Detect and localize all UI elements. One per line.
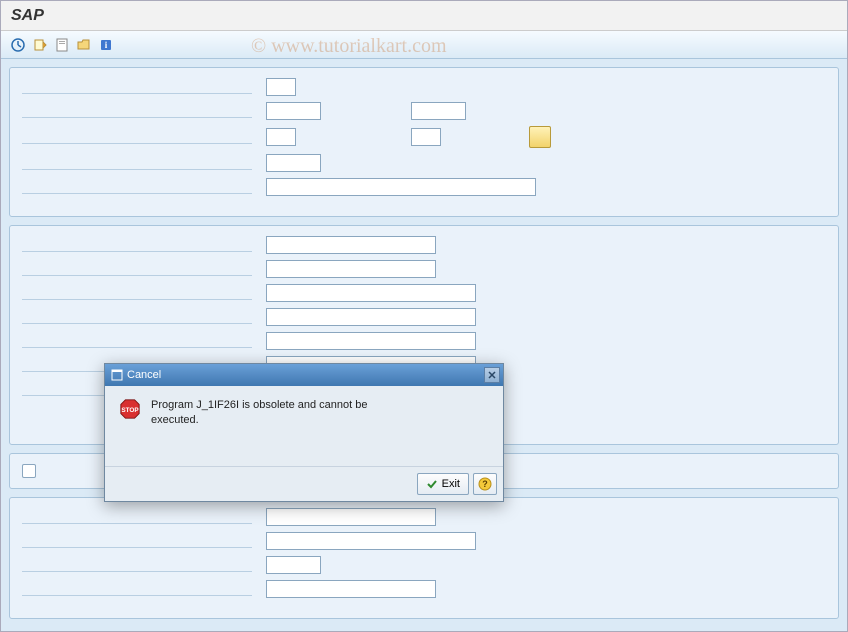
dialog-message: Program J_1IF26I is obsolete and cannot …: [151, 396, 411, 458]
input-field[interactable]: [266, 78, 296, 96]
svg-text:STOP: STOP: [121, 407, 139, 414]
cancel-dialog: Cancel STOP Program J_1IF26I is obsolete…: [104, 363, 504, 502]
multiple-selection-button[interactable]: [529, 126, 551, 148]
info-button[interactable]: i: [97, 36, 115, 54]
field-label: [22, 156, 252, 170]
input-field[interactable]: [266, 154, 321, 172]
dialog-title-bar: Cancel: [105, 364, 503, 386]
input-field[interactable]: [411, 128, 441, 146]
input-field[interactable]: [266, 284, 476, 302]
field-label: [22, 262, 252, 276]
svg-text:?: ?: [482, 479, 488, 489]
check-icon: [426, 478, 438, 490]
field-label: [22, 558, 252, 572]
get-variant-button[interactable]: [31, 36, 49, 54]
new-button[interactable]: [53, 36, 71, 54]
field-label: [22, 104, 252, 118]
exit-button-label: Exit: [442, 478, 460, 490]
field-label: [22, 310, 252, 324]
open-button[interactable]: [75, 36, 93, 54]
field-label: [22, 582, 252, 596]
panel-3: [9, 497, 839, 619]
field-label: [22, 130, 252, 144]
field-label: [22, 534, 252, 548]
input-field[interactable]: [266, 260, 436, 278]
input-field[interactable]: [266, 556, 321, 574]
input-field[interactable]: [266, 532, 476, 550]
input-field[interactable]: [411, 102, 466, 120]
window-title: SAP: [1, 1, 847, 31]
input-field[interactable]: [266, 308, 476, 326]
field-label: [22, 286, 252, 300]
field-label: [22, 180, 252, 194]
content-area: [1, 59, 847, 631]
input-field[interactable]: [266, 236, 436, 254]
field-label: [22, 334, 252, 348]
dialog-title: Cancel: [127, 369, 161, 381]
dialog-system-icon: [111, 369, 123, 381]
stop-icon: STOP: [119, 398, 141, 420]
input-field[interactable]: [266, 178, 536, 196]
panel-1: [9, 67, 839, 217]
field-label: [22, 80, 252, 94]
field-label: [22, 238, 252, 252]
execute-button[interactable]: [9, 36, 27, 54]
field-label: [22, 510, 252, 524]
help-icon: ?: [478, 477, 492, 491]
input-field[interactable]: [266, 508, 436, 526]
input-field[interactable]: [266, 580, 436, 598]
input-field[interactable]: [266, 332, 476, 350]
dialog-close-button[interactable]: [484, 367, 500, 383]
input-field[interactable]: [266, 128, 296, 146]
application-toolbar: i: [1, 31, 847, 59]
input-field[interactable]: [266, 102, 321, 120]
checkbox[interactable]: [22, 464, 36, 478]
exit-button[interactable]: Exit: [417, 473, 469, 495]
help-button[interactable]: ?: [473, 473, 497, 495]
